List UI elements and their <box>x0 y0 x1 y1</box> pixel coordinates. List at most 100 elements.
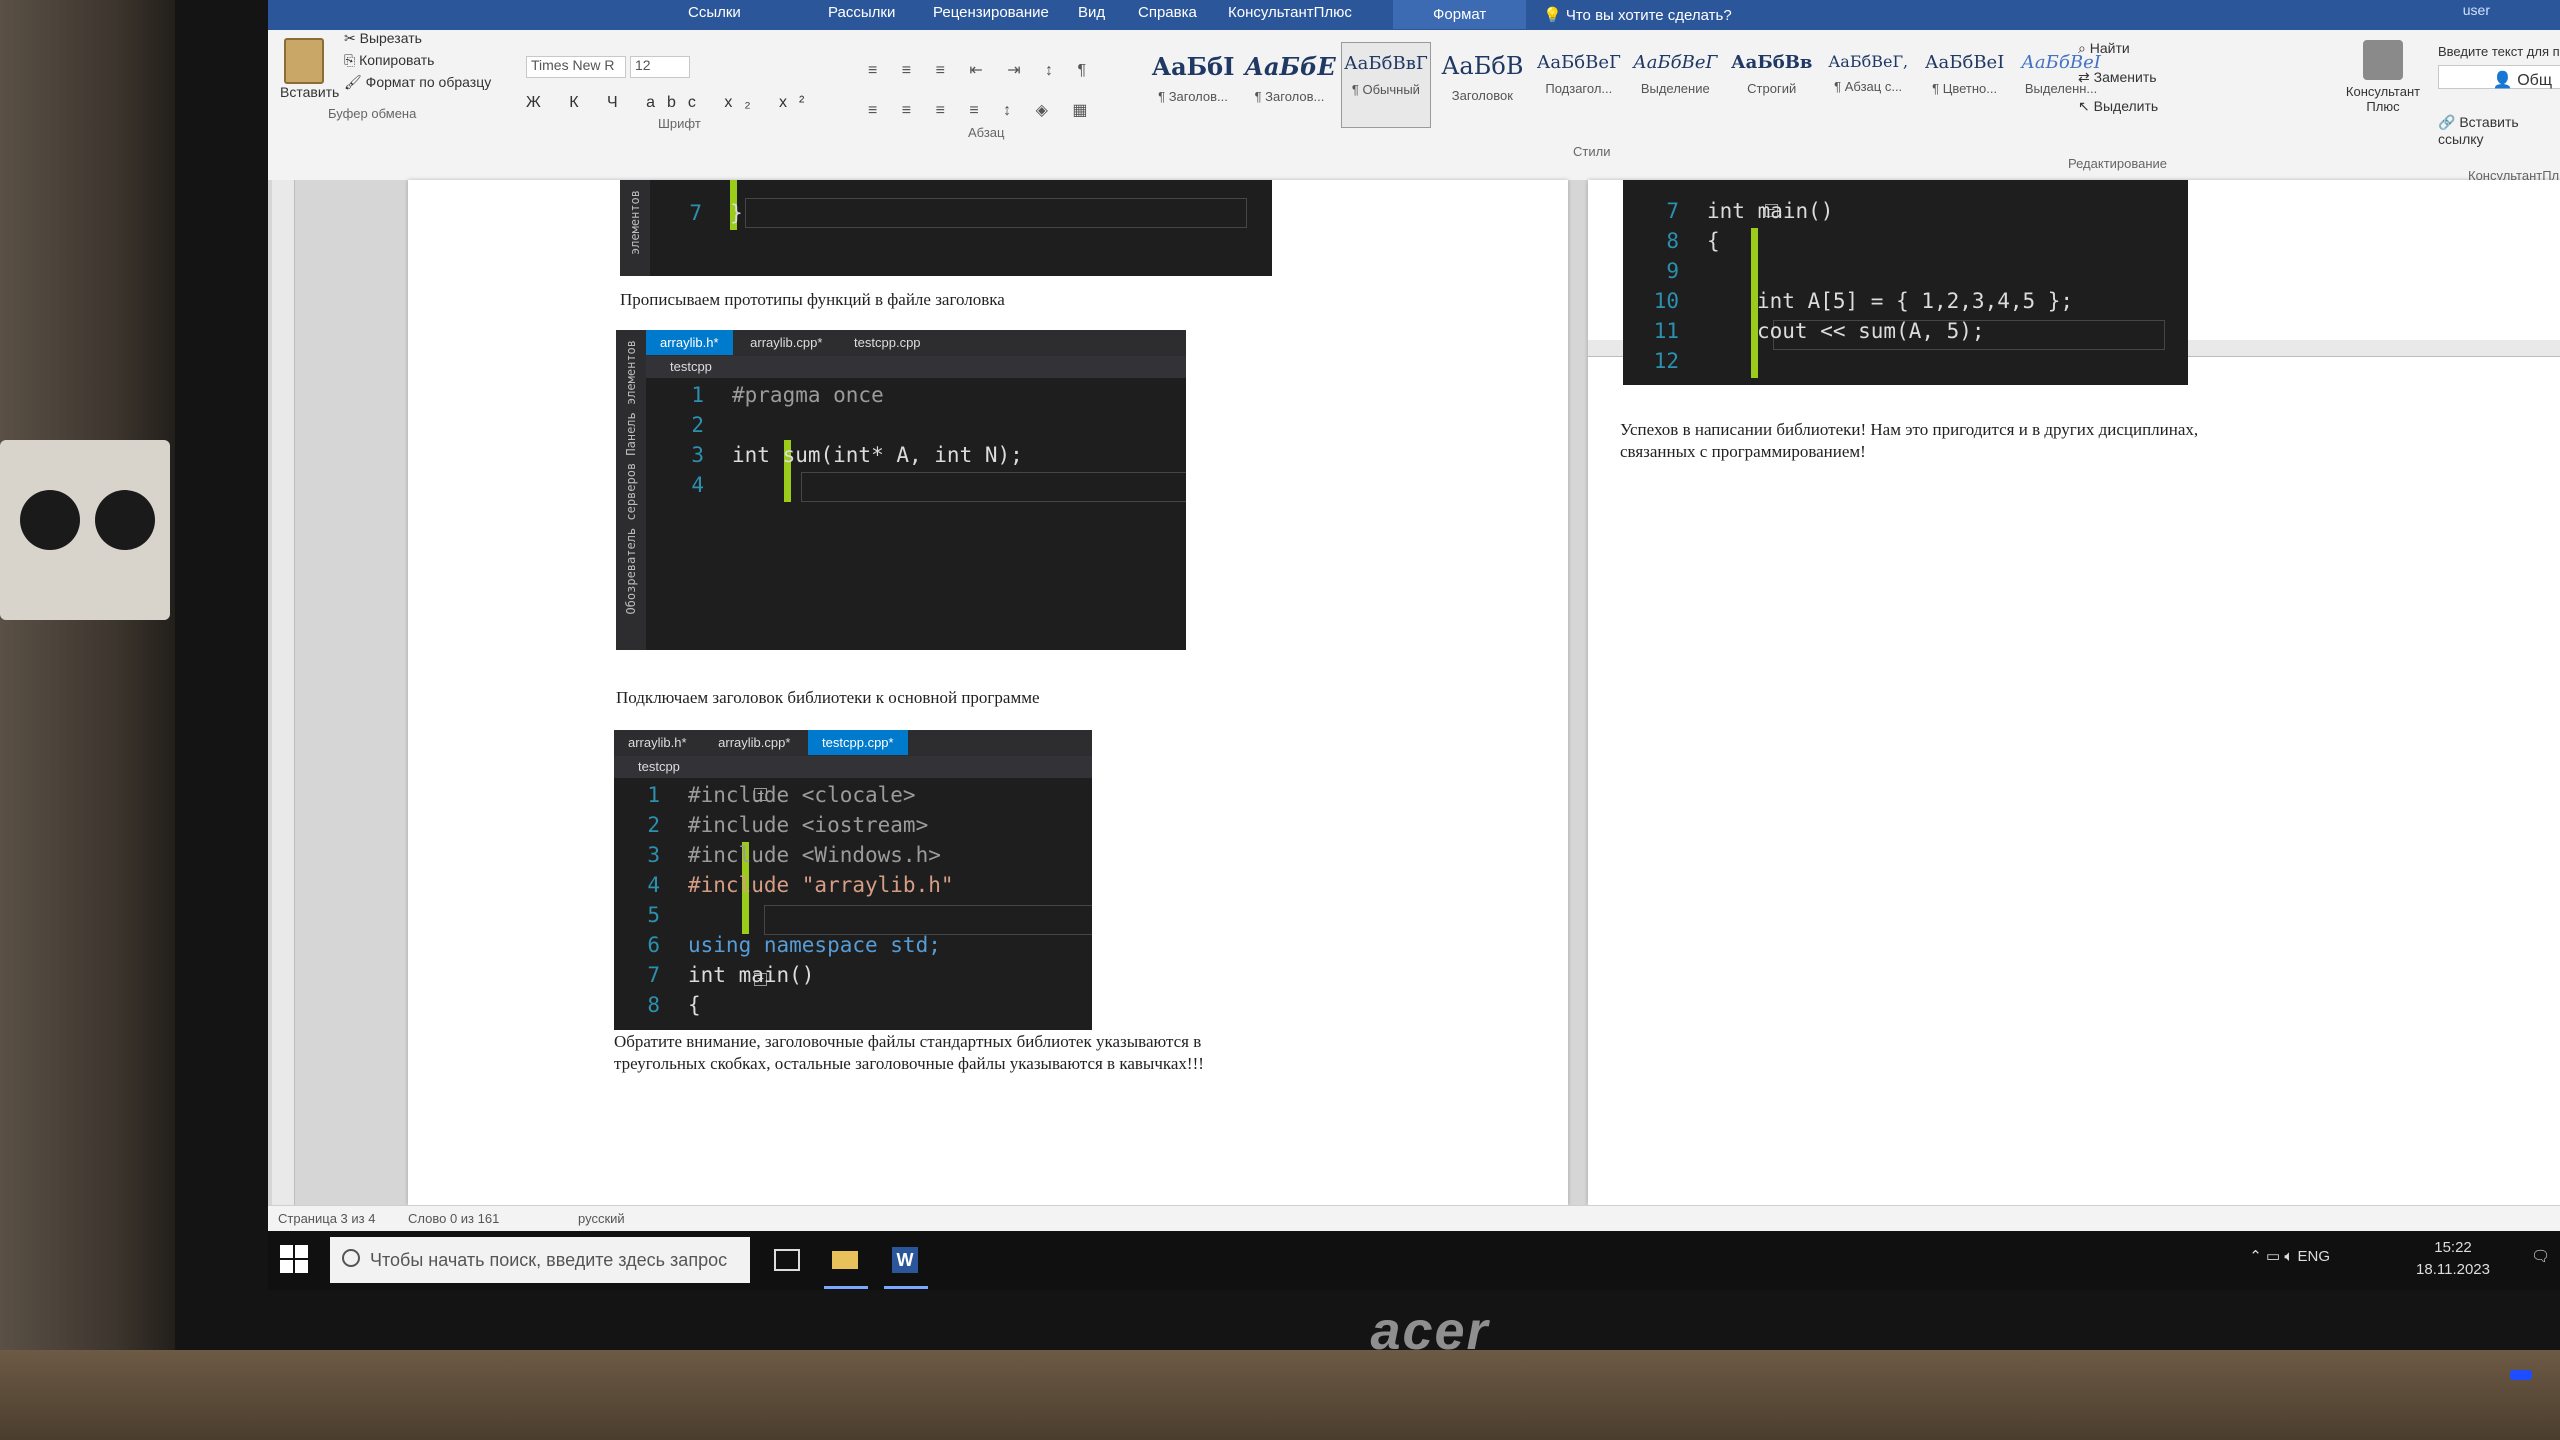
code-line: 7 int main() <box>647 963 815 987</box>
brush-icon: 🖌 <box>344 74 366 90</box>
word-count[interactable]: Слово 0 из 161 <box>408 1211 499 1226</box>
code-line: 2 #include <iostream> <box>647 813 929 837</box>
page-count[interactable]: Страница 3 из 4 <box>278 1211 375 1226</box>
code-line: 7 int main() <box>1666 199 1834 223</box>
copy-label: Копировать <box>359 52 435 68</box>
screen: Ссылки Рассылки Рецензирование Вид Справ… <box>268 0 2560 1290</box>
cut-button[interactable]: ✂ Вырезать <box>344 30 422 47</box>
share-button[interactable]: 👤 Общ <box>2493 70 2552 90</box>
code-line: 8{ <box>1666 229 1720 253</box>
ribbon-tab-bar: Ссылки Рассылки Рецензирование Вид Справ… <box>268 0 2560 30</box>
konsultant-plus-button[interactable]: Консультант Плюс <box>2343 40 2423 114</box>
clock-time: 15:22 <box>2434 1239 2472 1256</box>
system-tray[interactable]: ⌃ ▭ 🔈︎ ENG <box>2249 1247 2330 1265</box>
konsultant-plus-icon <box>2363 40 2403 80</box>
tab-mailings[interactable]: Рассылки <box>828 4 895 21</box>
file-explorer-icon[interactable] <box>828 1243 862 1277</box>
task-view-icon[interactable] <box>768 1243 802 1277</box>
status-bar: Страница 3 из 4 Слово 0 из 161 русский <box>268 1205 2560 1232</box>
paste-label: Вставить <box>280 84 340 100</box>
vs-side-panel: элементов <box>620 180 650 276</box>
paragraph-buttons-top[interactable]: ≡ ≡ ≡ ⇤ ⇥ ↕ ¶ <box>868 60 1096 80</box>
vs-tab-strip: arraylib.h* arraylib.cpp* testcpp.cpp <box>646 330 1186 356</box>
tab-review[interactable]: Рецензирование <box>933 4 1049 21</box>
styles-group-label: Стили <box>1573 144 1611 159</box>
editing-group-label: Редактирование <box>2068 156 2168 171</box>
style-emphasis[interactable]: АаБбВеГ Выделение <box>1630 42 1720 128</box>
code-line: 5 <box>647 903 660 927</box>
style-heading-1[interactable]: АаБбI ¶ Заголов... <box>1148 42 1238 128</box>
active-app-indicator <box>884 1286 928 1289</box>
code-line: 8{ <box>647 993 701 1017</box>
cursor-icon: ↖ <box>2078 98 2094 114</box>
code-line: 6 using namespace std; <box>647 933 941 957</box>
power-led <box>2510 1370 2532 1380</box>
clipboard-group-label: Буфер обмена <box>328 106 417 121</box>
style-heading-2[interactable]: АаБбЕ ¶ Заголов... <box>1244 42 1335 128</box>
vs-tab-arraylib-cpp[interactable]: arraylib.cpp* <box>704 730 804 755</box>
replace-button[interactable]: ⇄ Заменить <box>2078 69 2158 86</box>
style-strong[interactable]: АаБбВв Строгий <box>1727 42 1817 128</box>
code-line: 1 #include <clocale> <box>647 783 916 807</box>
power-socket <box>0 440 170 620</box>
paste-button[interactable]: Вставить <box>280 38 339 118</box>
style-title[interactable]: АаБбВ Заголовок <box>1437 42 1527 128</box>
ribbon: Вставить ✂ Вырезать ⎘ Копировать 🖌 Форма… <box>268 30 2560 183</box>
code-screenshot-top: элементов 7} <box>620 180 1272 276</box>
user-name[interactable]: user <box>2463 2 2490 18</box>
font-size-select[interactable]: 12 <box>630 56 690 78</box>
style-list-paragraph[interactable]: АаБбВеГ, ¶ Абзац с... <box>1823 42 1913 128</box>
tab-konsultantplus[interactable]: КонсультантПлюс <box>1228 4 1352 21</box>
tab-view[interactable]: Вид <box>1078 4 1105 21</box>
style-normal[interactable]: АаБбВвГ ¶ Обычный <box>1340 42 1431 128</box>
vs-tab-testcpp[interactable]: testcpp.cpp* <box>808 730 908 755</box>
paragraph-group-label: Абзац <box>968 125 1005 140</box>
insert-link-button[interactable]: 🔗 Вставить ссылку <box>2438 114 2560 147</box>
word-app-icon[interactable]: W <box>888 1243 922 1277</box>
tab-help[interactable]: Справка <box>1138 4 1197 21</box>
vs-navigation-bar[interactable]: testcpp <box>614 756 1092 778</box>
code-screenshot-includes: arraylib.h* arraylib.cpp* testcpp.cpp* t… <box>614 730 1092 1030</box>
copy-button[interactable]: ⎘ Копировать <box>344 52 434 69</box>
taskbar-search[interactable]: Чтобы начать поиск, введите здесь запрос <box>330 1237 750 1283</box>
vs-tab-arraylib-h[interactable]: arraylib.h* <box>614 730 701 755</box>
windows-start-button[interactable] <box>280 1245 310 1275</box>
code-line: 12 <box>1653 349 1679 373</box>
network-icon: ▭ <box>2265 1248 2285 1265</box>
windows-logo-icon <box>280 1245 293 1258</box>
active-app-indicator <box>824 1286 868 1289</box>
chevron-up-icon: ⌃ <box>2249 1248 2266 1265</box>
vs-tab-arraylib-cpp[interactable]: arraylib.cpp* <box>736 330 836 355</box>
find-button[interactable]: ⌕ Найти <box>2078 40 2158 57</box>
copy-icon: ⎘ <box>344 52 360 68</box>
font-name-select[interactable]: Times New R <box>526 56 626 78</box>
current-line-highlight <box>801 472 1186 502</box>
tab-references[interactable]: Ссылки <box>688 4 741 21</box>
format-painter-button[interactable]: 🖌 Формат по образцу <box>344 74 491 91</box>
vertical-ruler <box>272 180 295 1205</box>
vs-tab-testcpp[interactable]: testcpp.cpp <box>840 330 935 355</box>
style-colored[interactable]: АаБбВеІ ¶ Цветно... <box>1920 42 2010 128</box>
code-line: 7} <box>689 201 743 225</box>
clock[interactable]: 15:22 18.11.2023 <box>2416 1237 2490 1281</box>
select-button[interactable]: ↖ Выделить <box>2078 98 2158 115</box>
code-screenshot-header: Обозреватель серверов Панель элементов a… <box>616 330 1186 650</box>
vs-tab-arraylib-h[interactable]: arraylib.h* <box>646 330 733 355</box>
vs-navigation-bar[interactable]: testcpp <box>646 356 1186 378</box>
code-line: 10 int A[5] = { 1,2,3,4,5 }; <box>1653 289 2074 313</box>
code-line: 4 #include "arraylib.h" <box>647 873 954 897</box>
code-screenshot-main: − 7 int main() 8{ 9 10 int A[5] = { 1,2,3,… <box>1623 180 2188 385</box>
person-icon: 👤 <box>2492 72 2518 89</box>
paragraph-buttons-bottom[interactable]: ≡ ≡ ≡ ≡ ↕ ◈ ▦ <box>868 100 1097 120</box>
socket-hole <box>95 490 155 550</box>
language-indicator[interactable]: русский <box>578 1211 625 1226</box>
font-format-buttons[interactable]: Ж К Ч abc x₂ x² <box>526 94 816 112</box>
clock-date: 18.11.2023 <box>2416 1261 2490 1278</box>
tab-format[interactable]: Формат <box>1393 0 1527 29</box>
notification-icon[interactable]: 🗨 <box>2531 1247 2550 1265</box>
code-line: 9 <box>1666 259 1679 283</box>
code-line: 2 <box>691 413 704 437</box>
tell-me-box[interactable]: 💡 Что вы хотите сделать? <box>1543 6 1732 24</box>
code-line: 3 #include <Windows.h> <box>647 843 941 867</box>
style-subtitle[interactable]: АаБбВеГ Подзагол... <box>1534 42 1624 128</box>
